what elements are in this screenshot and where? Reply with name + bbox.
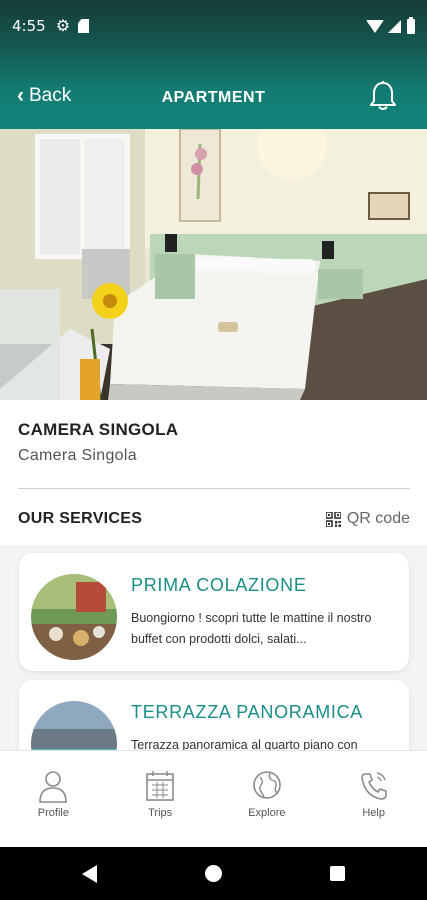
service-title: PRIMA COLAZIONE — [131, 575, 307, 595]
room-name: CAMERA SINGOLA — [18, 420, 179, 439]
tab-label: Explore — [248, 807, 286, 819]
services-header: OUR SERVICES QR code — [18, 510, 410, 528]
status-indicators — [366, 16, 415, 34]
system-home-icon[interactable] — [205, 865, 222, 882]
tab-label: Help — [362, 807, 385, 819]
qr-code-label: QR code — [346, 510, 410, 527]
status-bar: 4:55 ⚙ — [0, 0, 427, 52]
tab-label: Trips — [148, 807, 173, 819]
sd-card-icon — [78, 19, 90, 33]
breakfast-thumbnail — [31, 574, 117, 660]
battery-icon — [407, 16, 415, 34]
bottom-tab-bar: Profile Trips Explore Help — [0, 750, 427, 847]
wifi-icon — [366, 19, 384, 33]
qr-code-icon — [325, 511, 341, 527]
gear-icon: ⚙ — [55, 18, 71, 35]
system-recents-icon[interactable] — [330, 866, 345, 881]
tab-label: Profile — [37, 807, 69, 819]
tab-profile[interactable]: Profile — [0, 751, 107, 847]
globe-icon — [253, 771, 281, 799]
phone-icon — [360, 772, 387, 800]
service-description: Buongiorno ! scopri tutte le mattine il … — [131, 611, 372, 646]
bell-icon[interactable] — [369, 80, 397, 112]
tab-help[interactable]: Help — [320, 751, 427, 847]
qr-code-button[interactable]: QR code — [325, 510, 410, 528]
room-subtitle: Camera Singola — [18, 447, 137, 464]
tab-trips[interactable]: Trips — [107, 751, 214, 847]
nav-row: ‹ Back APARTMENT — [0, 72, 427, 122]
terrace-thumbnail — [31, 701, 117, 750]
status-time: 4:55 — [12, 17, 46, 35]
calendar-icon — [146, 771, 174, 801]
app-screen: 4:55 ⚙ ‹ Back APARTMENT CAMERA SINGOLA C… — [0, 0, 427, 900]
service-description: Terrazza panoramica al quarto piano con … — [131, 738, 358, 750]
room-info: CAMERA SINGOLA Camera Singola — [18, 420, 409, 465]
person-icon — [39, 771, 68, 803]
divider — [18, 488, 410, 489]
cell-signal-icon — [388, 19, 401, 33]
top-bar: 4:55 ⚙ ‹ Back APARTMENT — [0, 0, 427, 129]
service-card-terrace[interactable]: TERRAZZA PANORAMICA Terrazza panoramica … — [19, 680, 409, 750]
services-list: PRIMA COLAZIONE Buongiorno ! scopri tutt… — [0, 545, 427, 750]
system-back-icon[interactable] — [82, 865, 97, 883]
page-title: APARTMENT — [161, 89, 266, 106]
services-heading: OUR SERVICES — [18, 510, 143, 527]
room-photo — [0, 129, 427, 400]
service-card-breakfast[interactable]: PRIMA COLAZIONE Buongiorno ! scopri tutt… — [19, 553, 409, 671]
service-title: TERRAZZA PANORAMICA — [131, 702, 363, 722]
tab-explore[interactable]: Explore — [214, 751, 321, 847]
system-nav-bar — [0, 847, 427, 900]
